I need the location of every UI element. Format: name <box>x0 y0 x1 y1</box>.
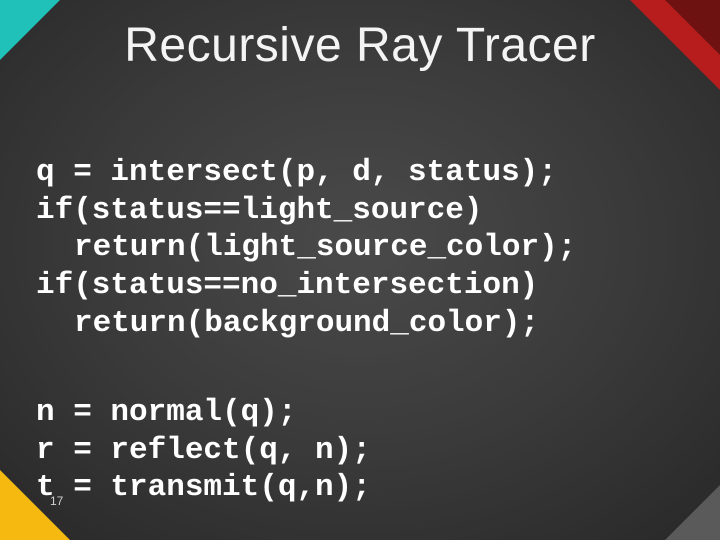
code-line: return(light_source_color); <box>36 229 576 267</box>
slide-title: Recursive Ray Tracer <box>0 18 720 73</box>
slide-number: 17 <box>50 494 63 508</box>
code-line: if(status==no_intersection) <box>36 268 538 303</box>
code-line: if(status==light_source) <box>36 193 482 228</box>
code-block-2: n = normal(q); r = reflect(q, n); t = tr… <box>36 356 371 507</box>
code-line: return(background_color); <box>36 305 539 343</box>
code-line: t = transmit(q,n); <box>36 470 371 505</box>
code-line: q = intersect(p, d, status); <box>36 155 557 190</box>
code-line: n = normal(q); <box>36 395 296 430</box>
code-block-1: q = intersect(p, d, status); if(status==… <box>36 116 576 343</box>
code-line: r = reflect(q, n); <box>36 433 371 468</box>
corner-accent-bottom-right <box>665 485 720 540</box>
